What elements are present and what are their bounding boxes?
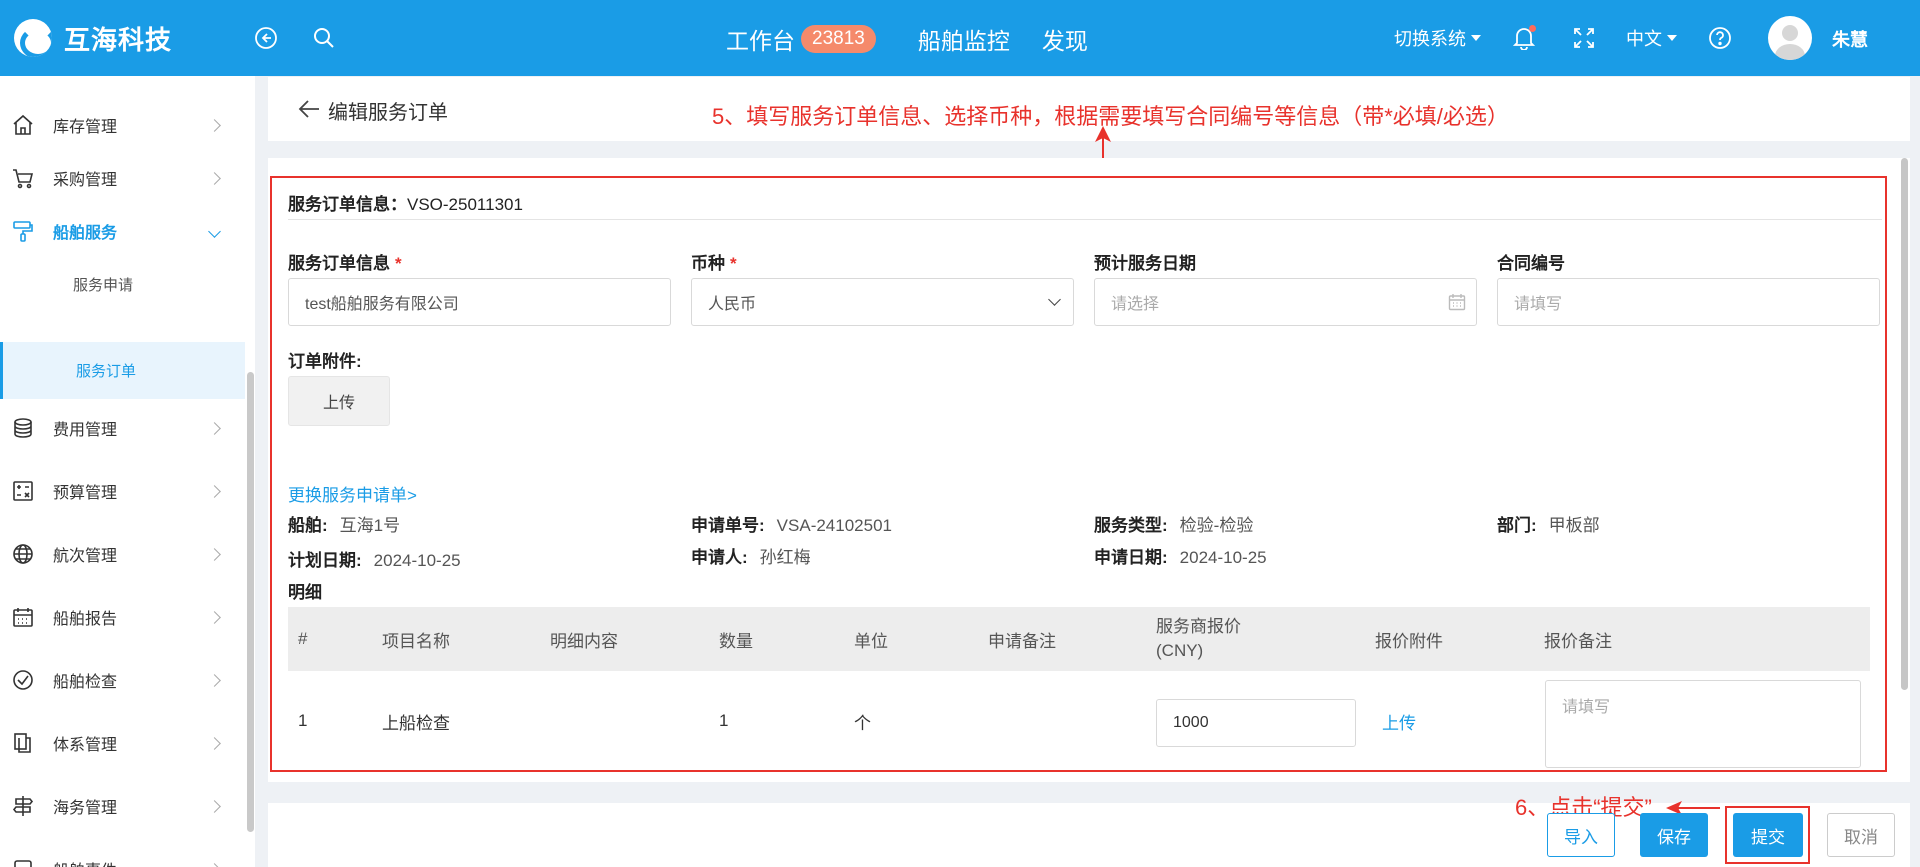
sidebar-subitem-service-request[interactable]: 服务申请	[0, 257, 245, 312]
calendar-grid-icon	[12, 606, 34, 628]
user-name[interactable]: 朱慧	[1832, 26, 1868, 52]
language-dropdown[interactable]: 中文	[1626, 0, 1677, 76]
coins-icon	[12, 417, 34, 439]
logo-mark-icon	[14, 19, 52, 57]
sidebar-subitem-service-order[interactable]: 服务订单	[0, 342, 245, 399]
sidebar-item-label: 航次管理	[53, 548, 118, 565]
main-nav: 工作台 23813 船舶监控 发现	[726, 22, 1120, 56]
back-arrow-icon[interactable]	[298, 99, 320, 119]
cart-icon	[12, 167, 34, 189]
annotation-highlight-submit	[1725, 806, 1810, 864]
sidebar-item-procurement[interactable]: 采购管理	[0, 153, 245, 203]
event-icon	[12, 858, 34, 867]
nav-workbench-label: 工作台	[726, 28, 795, 54]
sidebar-item-voyage[interactable]: 航次管理	[0, 529, 245, 579]
sidebar-subitem-label: 服务订单	[76, 363, 137, 380]
paint-roller-icon	[12, 220, 34, 242]
sidebar-item-ship-event[interactable]: 船舶事件	[0, 844, 245, 867]
page-scrollbar[interactable]	[1901, 158, 1908, 690]
sidebar-item-label: 体系管理	[53, 737, 118, 754]
check-circle-icon	[12, 669, 34, 691]
sidebar-item-maritime[interactable]: 海务管理	[0, 781, 245, 831]
switch-system-dropdown[interactable]: 切换系统	[1394, 0, 1481, 76]
logo[interactable]: 互海科技	[14, 19, 172, 57]
language-label: 中文	[1626, 29, 1662, 49]
top-header: 互海科技 工作台 23813 船舶监控 发现 切换系统 中文 朱慧	[0, 0, 1920, 76]
sidebar-item-ship-service[interactable]: 船舶服务	[0, 206, 245, 256]
avatar[interactable]	[1768, 16, 1812, 60]
logo-text: 互海科技	[64, 24, 173, 55]
chevron-down-icon	[1471, 35, 1481, 41]
sidebar-item-budget[interactable]: 预算管理	[0, 466, 245, 516]
nav-workbench[interactable]: 工作台 23813	[726, 22, 876, 56]
sidebar-item-label: 海务管理	[53, 800, 118, 817]
workbench-count-badge: 23813	[801, 25, 876, 53]
annotation-highlight-form	[270, 176, 1887, 772]
calculator-icon	[12, 480, 34, 502]
search-icon[interactable]	[310, 24, 338, 52]
nav-ship-monitor[interactable]: 船舶监控	[918, 22, 1010, 56]
sidebar-item-label: 库存管理	[53, 119, 118, 136]
house-icon	[12, 114, 34, 136]
sidebar-item-label: 船舶事件	[53, 857, 117, 867]
sidebar-subitem-label: 服务申请	[73, 277, 134, 294]
help-icon[interactable]	[1706, 24, 1734, 52]
switch-system-label: 切换系统	[1394, 29, 1466, 49]
sidebar-item-expenses[interactable]: 费用管理	[0, 403, 245, 453]
chevron-right-icon	[208, 799, 221, 813]
chevron-right-icon	[208, 421, 221, 435]
notification-dot	[1529, 25, 1536, 32]
chevron-right-icon	[208, 610, 221, 624]
documents-icon	[12, 732, 34, 754]
chevron-right-icon	[208, 171, 221, 185]
sidebar: 库存管理 采购管理 船舶服务 服务申请 服务订单 费用管理 预算管理 航次管理 …	[0, 76, 255, 867]
sidebar-item-label: 费用管理	[53, 422, 118, 439]
sidebar-item-system-mgmt[interactable]: 体系管理	[0, 718, 245, 768]
sidebar-item-ship-inspection[interactable]: 船舶检查	[0, 655, 245, 705]
sidebar-scrollbar[interactable]	[247, 372, 254, 832]
chevron-right-icon	[208, 736, 221, 750]
bell-icon[interactable]	[1510, 24, 1538, 52]
save-button[interactable]: 保存	[1640, 813, 1708, 857]
sidebar-item-label: 船舶检查	[53, 674, 118, 691]
fullscreen-icon[interactable]	[1570, 24, 1598, 52]
chevron-right-icon	[208, 673, 221, 687]
cancel-button[interactable]: 取消	[1827, 813, 1895, 857]
nav-discover[interactable]: 发现	[1042, 22, 1088, 56]
sidebar-item-label: 船舶服务	[53, 225, 118, 242]
sidebar-item-label: 船舶报告	[53, 611, 118, 628]
import-button[interactable]: 导入	[1547, 813, 1615, 857]
globe-icon	[12, 543, 34, 565]
sidebar-item-label: 预算管理	[53, 485, 118, 502]
signpost-icon	[12, 795, 34, 817]
chevron-right-icon	[208, 484, 221, 498]
chevron-right-icon	[208, 862, 221, 867]
back-circle-icon[interactable]	[252, 24, 280, 52]
sidebar-item-label: 采购管理	[53, 172, 118, 189]
page-title: 编辑服务订单	[328, 102, 448, 124]
chevron-right-icon	[208, 118, 221, 132]
sidebar-item-ship-report[interactable]: 船舶报告	[0, 592, 245, 642]
chevron-down-icon	[208, 224, 221, 238]
chevron-down-icon	[1667, 35, 1677, 41]
chevron-right-icon	[208, 547, 221, 561]
sidebar-item-inventory[interactable]: 库存管理	[0, 100, 245, 150]
